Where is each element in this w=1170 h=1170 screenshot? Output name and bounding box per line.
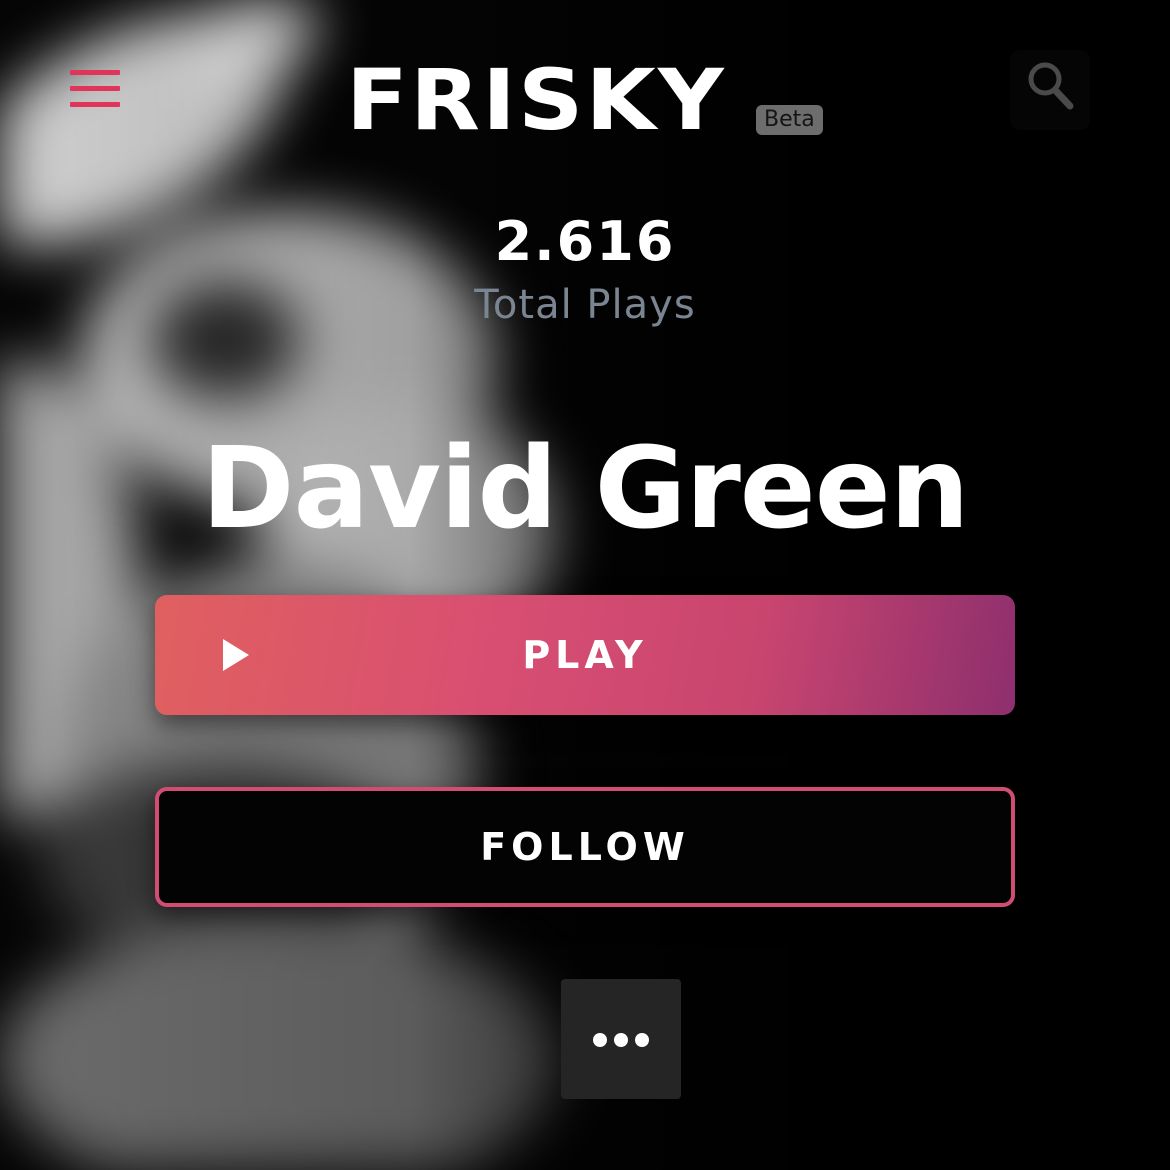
follow-button[interactable]: FOLLOW xyxy=(155,787,1015,907)
beta-badge: Beta xyxy=(756,105,823,135)
app-logo: FRISKY xyxy=(346,51,726,149)
artist-name: David Green xyxy=(201,424,970,554)
hamburger-menu-icon[interactable] xyxy=(70,70,122,110)
search-icon xyxy=(1028,62,1074,110)
play-button-label: PLAY xyxy=(522,633,648,677)
follow-button-label: FOLLOW xyxy=(480,825,690,869)
more-dots-icon xyxy=(635,1033,649,1047)
total-plays-label: Total Plays xyxy=(474,282,696,328)
search-button[interactable] xyxy=(1010,50,1090,130)
more-dots-icon xyxy=(614,1033,628,1047)
more-dots-icon xyxy=(593,1033,607,1047)
total-plays-count: 2.616 xyxy=(494,210,676,273)
play-button[interactable]: PLAY xyxy=(155,595,1015,715)
more-options-button[interactable] xyxy=(561,979,681,1099)
artist-screen: FRISKY Beta 2.616 Total Plays David Gree… xyxy=(0,0,1170,1170)
